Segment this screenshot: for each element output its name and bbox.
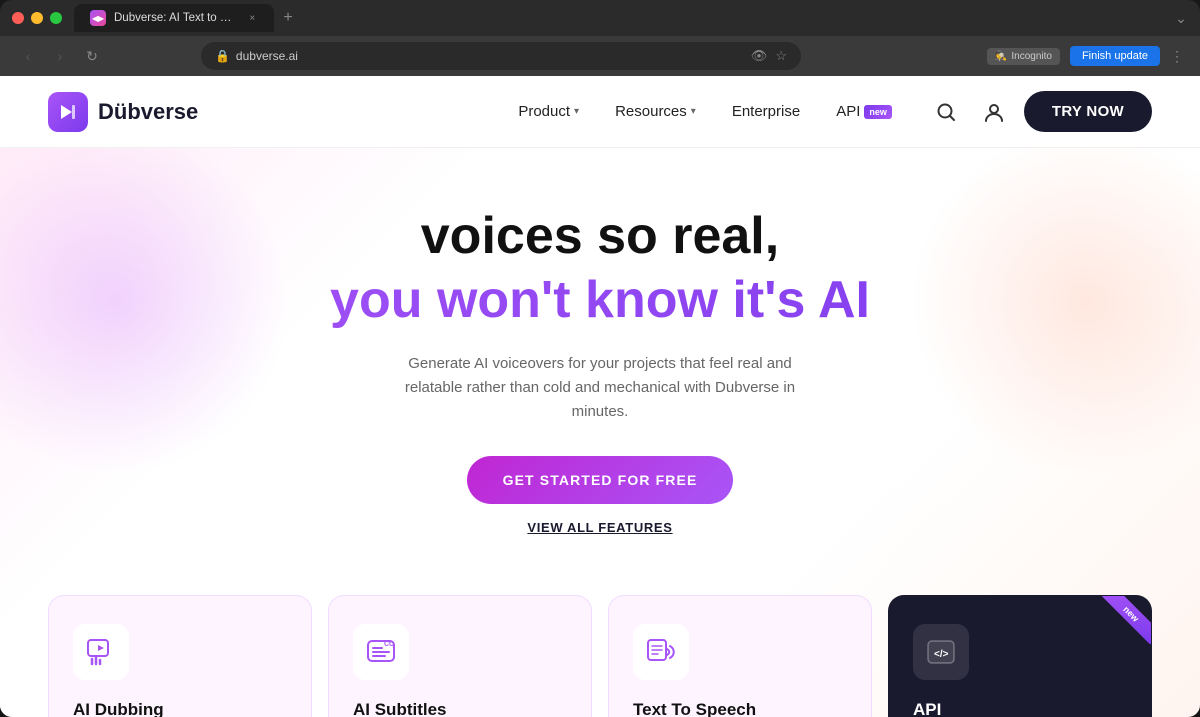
features-section: AI Dubbing Translate your videos into an… xyxy=(0,575,1200,717)
api-feature-title: API xyxy=(913,700,1127,717)
address-bar-field[interactable]: 🔒 dubverse.ai 👁 ☆ xyxy=(201,42,801,70)
logo-text: Dübverse xyxy=(98,99,198,125)
browser-actions: 🕵 Incognito Finish update ⋮ xyxy=(987,46,1184,66)
website-content: Dübverse Product ▾ Resources ▾ Enterpris… xyxy=(0,76,1200,717)
forward-button[interactable]: › xyxy=(48,44,72,68)
hero-title-line1: voices so real, xyxy=(48,208,1152,265)
nav-resources-chevron: ▾ xyxy=(691,106,696,117)
tab-close-button[interactable]: × xyxy=(247,11,258,25)
ai-subtitles-title: AI Subtitles xyxy=(353,700,567,717)
nav-item-api[interactable]: API new xyxy=(820,95,908,128)
address-icons: 👁 ☆ xyxy=(751,48,787,64)
site-navigation: Dübverse Product ▾ Resources ▾ Enterpris… xyxy=(0,76,1200,148)
tts-icon xyxy=(633,624,689,680)
nav-item-product[interactable]: Product ▾ xyxy=(502,95,595,128)
nav-enterprise-label: Enterprise xyxy=(732,103,800,120)
api-svg: </> xyxy=(925,636,957,668)
try-now-button[interactable]: TRY NOW xyxy=(1024,91,1152,132)
ai-subtitles-svg: CC xyxy=(365,636,397,668)
logo-svg xyxy=(57,101,79,123)
nav-resources-label: Resources xyxy=(615,103,687,120)
feature-card-tts[interactable]: Text To Speech Get realistic AI voiceove… xyxy=(608,595,872,717)
titlebar: ◀▶ Dubverse: AI Text to Speech... × + ⌄ xyxy=(0,0,1200,36)
nav-item-enterprise[interactable]: Enterprise xyxy=(716,95,816,128)
get-started-button[interactable]: GET STARTED FOR FREE xyxy=(467,456,734,504)
new-ribbon: new xyxy=(1101,596,1151,644)
addressbar: ‹ › ↻ 🔒 dubverse.ai 👁 ☆ 🕵 Incognito Fini… xyxy=(0,36,1200,76)
traffic-lights xyxy=(12,12,62,24)
api-icon: </> xyxy=(913,624,969,680)
incognito-icon: 🕵 xyxy=(995,51,1007,62)
hero-section: voices so real, you won't know it's AI G… xyxy=(0,148,1200,575)
star-icon[interactable]: ☆ xyxy=(775,48,787,64)
ai-dubbing-title: AI Dubbing xyxy=(73,700,287,717)
new-ribbon-container: new xyxy=(1091,596,1151,656)
search-button[interactable] xyxy=(928,94,964,130)
ai-subtitles-icon: CC xyxy=(353,624,409,680)
eye-off-icon: 👁 xyxy=(751,48,768,64)
logo-icon xyxy=(48,92,88,132)
more-options-button[interactable]: ⋮ xyxy=(1170,48,1184,65)
user-account-button[interactable] xyxy=(976,94,1012,130)
site-logo[interactable]: Dübverse xyxy=(48,92,198,132)
svg-text:CC: CC xyxy=(384,641,394,648)
api-new-badge: new xyxy=(864,105,892,119)
back-button[interactable]: ‹ xyxy=(16,44,40,68)
tab-title: Dubverse: AI Text to Speech... xyxy=(114,12,239,24)
nav-item-resources[interactable]: Resources ▾ xyxy=(599,95,712,128)
tts-svg xyxy=(645,636,677,668)
refresh-button[interactable]: ↻ xyxy=(80,44,104,68)
collapse-icon[interactable]: ⌄ xyxy=(1174,11,1188,25)
new-tab-button[interactable]: + xyxy=(274,4,302,32)
ai-dubbing-svg xyxy=(85,636,117,668)
feature-card-api[interactable]: new </> API Get full control over voices… xyxy=(888,595,1152,717)
titlebar-right: ⌄ xyxy=(1174,11,1188,25)
search-icon xyxy=(936,102,956,122)
close-window-button[interactable] xyxy=(12,12,24,24)
view-features-link[interactable]: VIEW ALL FEATURES xyxy=(48,520,1152,535)
active-tab[interactable]: ◀▶ Dubverse: AI Text to Speech... × xyxy=(74,4,274,32)
minimize-window-button[interactable] xyxy=(31,12,43,24)
feature-card-ai-subtitles[interactable]: CC AI Subtitles Auto-generate perfectly-… xyxy=(328,595,592,717)
svg-text:</>: </> xyxy=(934,649,949,660)
hero-subtitle: Generate AI voiceovers for your projects… xyxy=(390,352,810,424)
incognito-badge: 🕵 Incognito xyxy=(987,48,1060,65)
incognito-label: Incognito xyxy=(1011,51,1052,62)
url-text: dubverse.ai xyxy=(236,49,298,63)
nav-api-label: API xyxy=(836,103,860,120)
tab-favicon: ◀▶ xyxy=(90,10,106,26)
ai-dubbing-icon xyxy=(73,624,129,680)
maximize-window-button[interactable] xyxy=(50,12,62,24)
nav-links: Product ▾ Resources ▾ Enterprise API new xyxy=(502,95,908,128)
hero-title-line2: you won't know it's AI xyxy=(48,269,1152,331)
nav-product-chevron: ▾ xyxy=(574,106,579,117)
feature-card-ai-dubbing[interactable]: AI Dubbing Translate your videos into an… xyxy=(48,595,312,717)
tts-title: Text To Speech xyxy=(633,700,847,717)
browser-window: ◀▶ Dubverse: AI Text to Speech... × + ⌄ … xyxy=(0,0,1200,717)
nav-product-label: Product xyxy=(518,103,570,120)
finish-update-button[interactable]: Finish update xyxy=(1070,46,1160,66)
user-icon xyxy=(983,101,1005,123)
nav-actions: TRY NOW xyxy=(928,91,1152,132)
